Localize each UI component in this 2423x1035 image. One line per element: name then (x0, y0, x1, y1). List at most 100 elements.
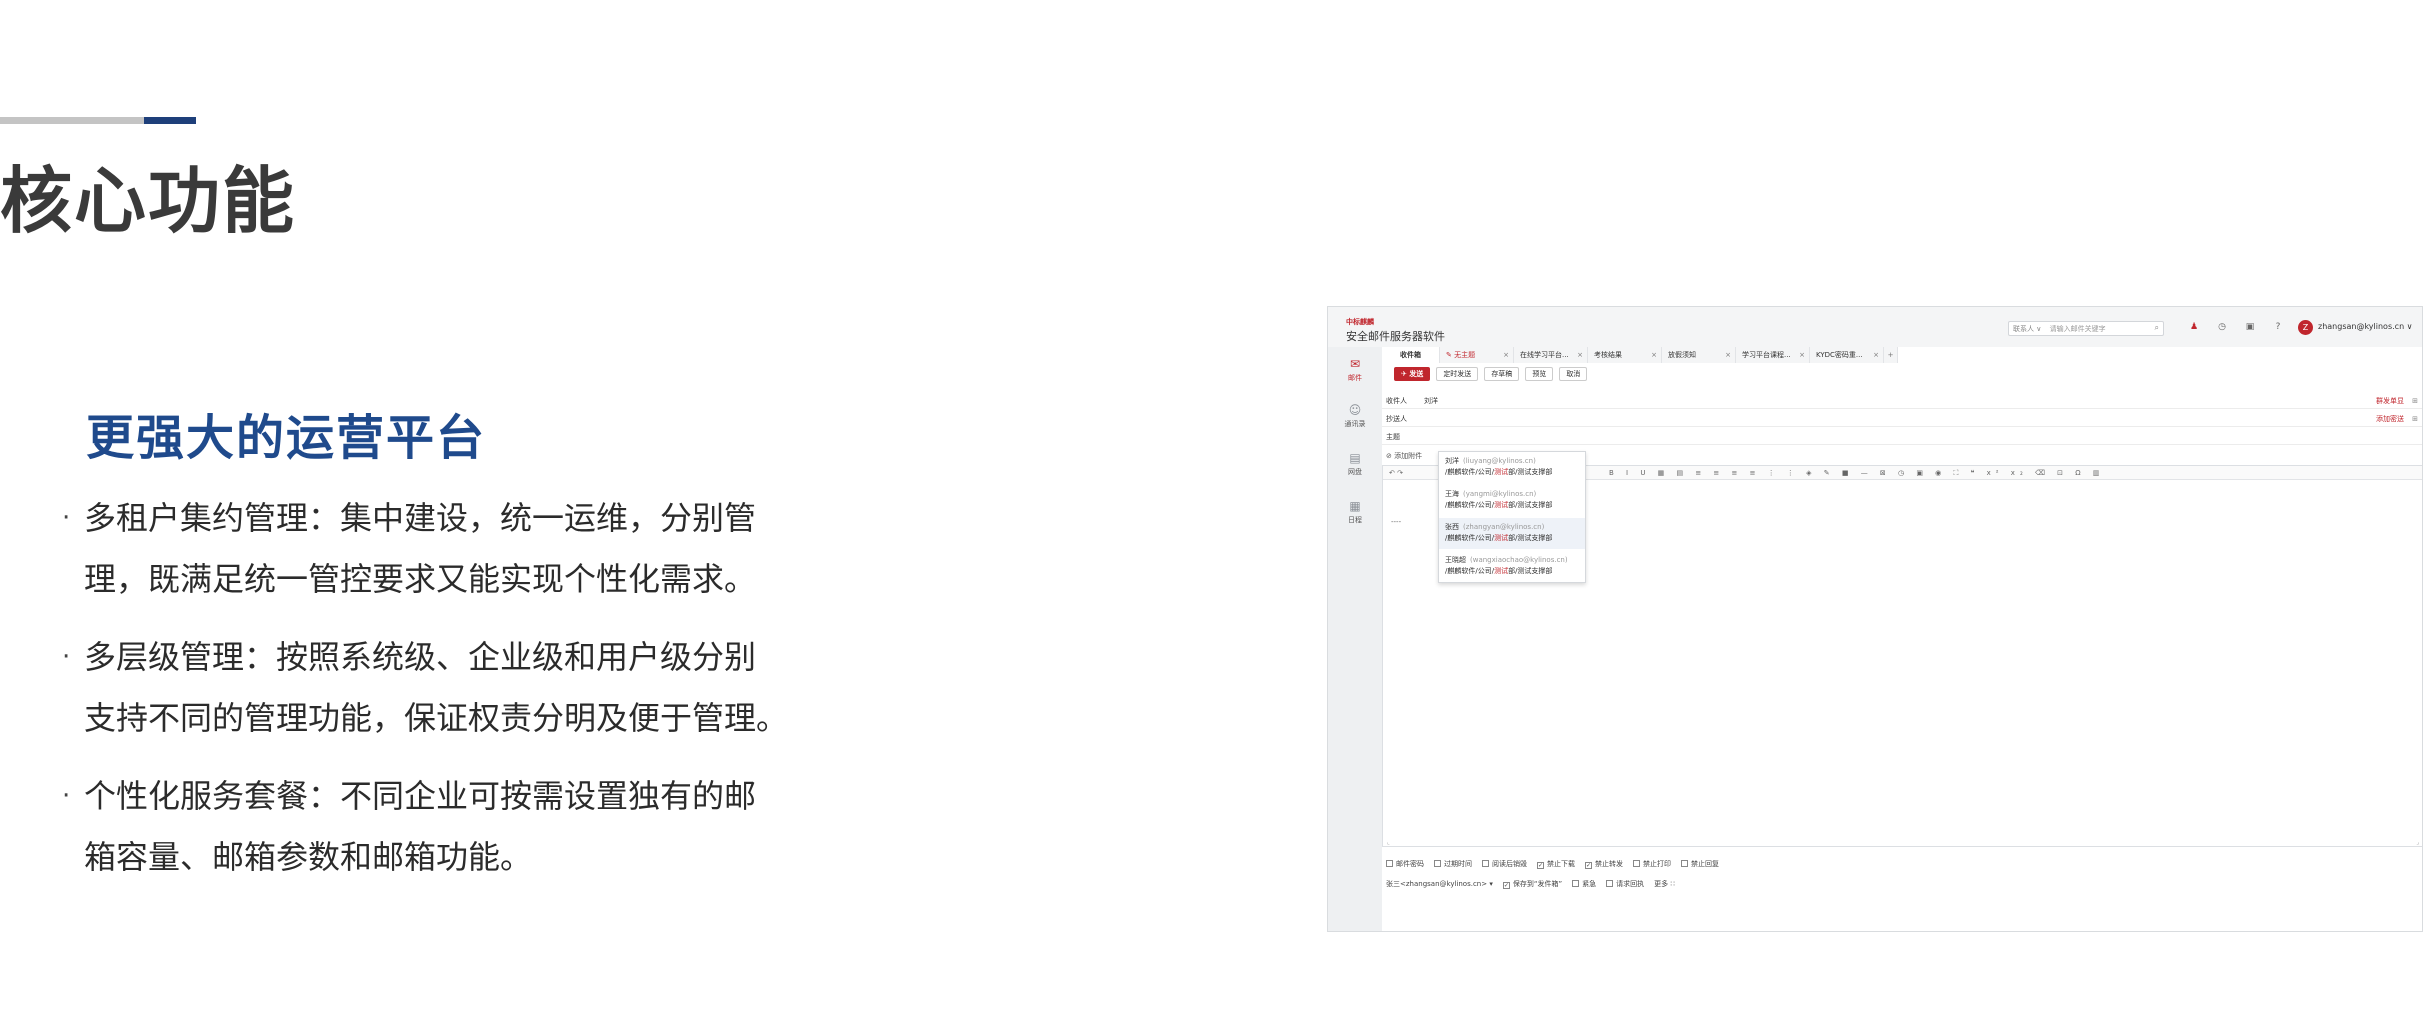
checkbox[interactable] (1633, 860, 1640, 867)
tab-inbox[interactable]: 收件箱 (1382, 347, 1440, 363)
checkbox[interactable] (1386, 860, 1393, 867)
header-icons: ♟ ◷ ▣ ? (2188, 321, 2284, 333)
tab-mail[interactable]: 在线学习平台... × (1514, 347, 1588, 363)
bullet-item: · 个性化服务套餐：不同企业可按需设置独有的邮 箱容量、邮箱参数和邮箱功能。 (62, 766, 822, 888)
undo-redo-icons[interactable]: ↶ ↷ (1389, 466, 1403, 480)
bullet-line: 多层级管理：按照系统级、企业级和用户级分别 (84, 638, 757, 676)
sidebar-item-calendar[interactable]: ▦ 日程 (1328, 499, 1382, 525)
option-burn-after-read[interactable]: 阅读后销毁 (1482, 859, 1527, 869)
suggestion-item[interactable]: 张西 (zhangyan@kylinos.cn) /麒麟软件/公司/测试部/测试支… (1439, 518, 1585, 549)
checkbox[interactable] (1606, 880, 1614, 887)
option-no-download[interactable]: ✓ 禁止下载 (1537, 859, 1575, 869)
close-icon[interactable]: × (1873, 347, 1879, 363)
add-tab-button[interactable]: + (1884, 347, 1898, 363)
suggestion-path: /麒麟软件/公司/ (1445, 501, 1495, 509)
sidebar-item-label: 邮件 (1348, 374, 1362, 382)
cc-row[interactable]: 抄送人 添加密送 ⊞ (1382, 411, 2422, 427)
avatar[interactable]: Z (2298, 320, 2313, 335)
tab-mail[interactable]: 学习平台课程... × (1736, 347, 1810, 363)
bullet-dot: · (62, 503, 71, 533)
bullet-line: 多租户集约管理：集中建设，统一运维，分别管 (84, 499, 757, 537)
more-options-button[interactable]: 更多 ∷ (1654, 879, 1675, 889)
suggestion-item[interactable]: 王晓超 (wangxiaochao@kylinos.cn) /麒麟软件/公司/测试… (1439, 551, 1585, 582)
checkbox[interactable] (1434, 860, 1441, 867)
brand-name: 安全邮件服务器软件 (1346, 330, 1445, 343)
mail-search-input[interactable]: 联系人 ∨ 请输入邮件关键字 ⌕ (2008, 321, 2164, 336)
format-icons[interactable]: B I U ▦ ▤ ≡ ≡ ≡ ≡ ⋮ ⋮ ◈ ✎ ■ — ⊠ ◷ ▣ ◉ ⛶ … (1609, 466, 2104, 480)
close-icon[interactable]: × (1725, 347, 1731, 363)
checkbox[interactable] (1681, 860, 1688, 867)
option-no-print[interactable]: 禁止打印 (1633, 859, 1671, 869)
add-cc-icon[interactable]: ⊞ (2412, 411, 2418, 427)
search-scope-select[interactable]: 联系人 ∨ (2013, 325, 2041, 333)
decoration-gray-segment (0, 117, 144, 124)
sidebar-item-label: 日程 (1348, 516, 1362, 524)
tab-compose[interactable]: ✎ 无主题 × (1440, 347, 1514, 363)
close-icon[interactable]: × (1503, 347, 1509, 363)
bullet-line: 理，既满足统一管控要求又能实现个性化需求。 (84, 560, 757, 598)
recipient-input[interactable]: 刘洋 (1424, 393, 1438, 409)
tab-mail[interactable]: 放假须知 × (1662, 347, 1736, 363)
suggestion-path: /麒麟软件/公司/ (1445, 468, 1495, 476)
scheduled-send-button[interactable]: 定时发送 (1436, 367, 1479, 381)
option-mail-password[interactable]: 邮件密码 (1386, 859, 1424, 869)
checkbox[interactable] (1572, 880, 1580, 887)
add-attachment-link[interactable]: ⊘ 添加附件 (1386, 451, 1422, 461)
tab-bar: 收件箱 ✎ 无主题 × 在线学习平台... × 考核结果 × 放假须知 × 学习平台课程… (1382, 347, 2422, 363)
save-draft-button[interactable]: 存草稿 (1484, 367, 1520, 381)
search-icon[interactable]: ⌕ (2155, 323, 2159, 333)
recipient-row[interactable]: 收件人 刘洋 群发单显 ⊞ (1382, 393, 2422, 409)
close-icon[interactable]: × (1651, 347, 1657, 363)
suggestion-item[interactable]: 刘洋 (liuyang@kylinos.cn) /麒麟软件/公司/测试部/测试支撑… (1439, 452, 1585, 483)
user-alert-icon[interactable]: ♟ (2188, 321, 2200, 333)
disk-icon: ▤ (1349, 451, 1361, 465)
sidebar-item-mail[interactable]: ✉ 邮件 (1328, 357, 1382, 383)
cancel-button[interactable]: 取消 (1559, 367, 1588, 381)
tab-mail[interactable]: KYDC密码重... × (1810, 347, 1884, 363)
send-button[interactable]: ✈ 发送 (1394, 367, 1431, 381)
suggestion-item[interactable]: 王海 (yangmi@kylinos.cn) /麒麟软件/公司/测试部/测试支撑部 (1439, 485, 1585, 516)
add-bcc-link[interactable]: 添加密送 (2376, 411, 2404, 427)
suggestion-name: 刘洋 (1445, 457, 1459, 465)
option-urgent[interactable]: 紧急 (1572, 879, 1596, 889)
close-icon[interactable]: × (1577, 347, 1583, 363)
editor-corner-mark: ⌞ (1387, 839, 1390, 846)
clock-icon[interactable]: ◷ (2216, 321, 2228, 333)
tab-label: 收件箱 (1400, 351, 1421, 359)
help-icon[interactable]: ? (2272, 321, 2284, 333)
suggestion-highlight: 测试 (1494, 567, 1509, 575)
option-receipt[interactable]: 请求回执 (1606, 879, 1644, 889)
tab-mail[interactable]: 考核结果 × (1588, 347, 1662, 363)
option-expire-time[interactable]: 过期时间 (1434, 859, 1472, 869)
option-save-sent[interactable]: ✓ 保存到“发件箱” (1502, 879, 1562, 889)
close-icon[interactable]: × (1799, 347, 1805, 363)
resize-handle-icon[interactable]: ⌟ (2416, 839, 2419, 846)
suggestion-name: 王海 (1445, 490, 1459, 498)
sender-select[interactable]: 张三<zhangsan@kylinos.cn> ▾ (1386, 879, 1493, 889)
paperclip-icon: ⊘ (1386, 452, 1395, 460)
bullet-line: 支持不同的管理功能，保证权责分明及便于管理。 (84, 699, 789, 737)
tab-label: ✎ 无主题 (1446, 351, 1476, 359)
monitor-icon[interactable]: ▣ (2244, 321, 2256, 333)
recipient-label: 收件人 (1386, 397, 1407, 405)
group-send-link[interactable]: 群发单显 (2376, 393, 2404, 409)
checkbox-checked[interactable]: ✓ (1537, 862, 1544, 869)
option-no-reply[interactable]: 禁止回复 (1681, 859, 1719, 869)
user-menu[interactable]: zhangsan@kylinos.cn ∨ (2318, 322, 2413, 331)
sidebar-item-disk[interactable]: ▤ 网盘 (1328, 451, 1382, 477)
suggestion-email: (zhangyan@kylinos.cn) (1463, 523, 1545, 531)
bullet-line: 箱容量、邮箱参数和邮箱功能。 (84, 838, 533, 876)
checkbox[interactable] (1482, 860, 1489, 867)
option-label: 禁止转发 (1595, 860, 1623, 868)
option-no-forward[interactable]: ✓ 禁止转发 (1585, 859, 1623, 869)
suggestion-path: 部/测试支撑部 (1508, 468, 1553, 476)
checkbox-checked[interactable]: ✓ (1502, 882, 1510, 889)
preview-button[interactable]: 预览 (1525, 367, 1554, 381)
sidebar-item-contacts[interactable]: ☺ 通讯录 (1328, 403, 1382, 429)
tab-label: 在线学习平台... (1520, 351, 1569, 359)
checkbox-checked[interactable]: ✓ (1585, 862, 1592, 869)
bullet-item: · 多租户集约管理：集中建设，统一运维，分别管 理，既满足统一管控要求又能实现个… (62, 488, 822, 610)
slide-title: 核心功能 (0, 159, 297, 243)
subject-row[interactable]: 主题 (1382, 429, 2422, 445)
add-recipient-icon[interactable]: ⊞ (2412, 393, 2418, 409)
